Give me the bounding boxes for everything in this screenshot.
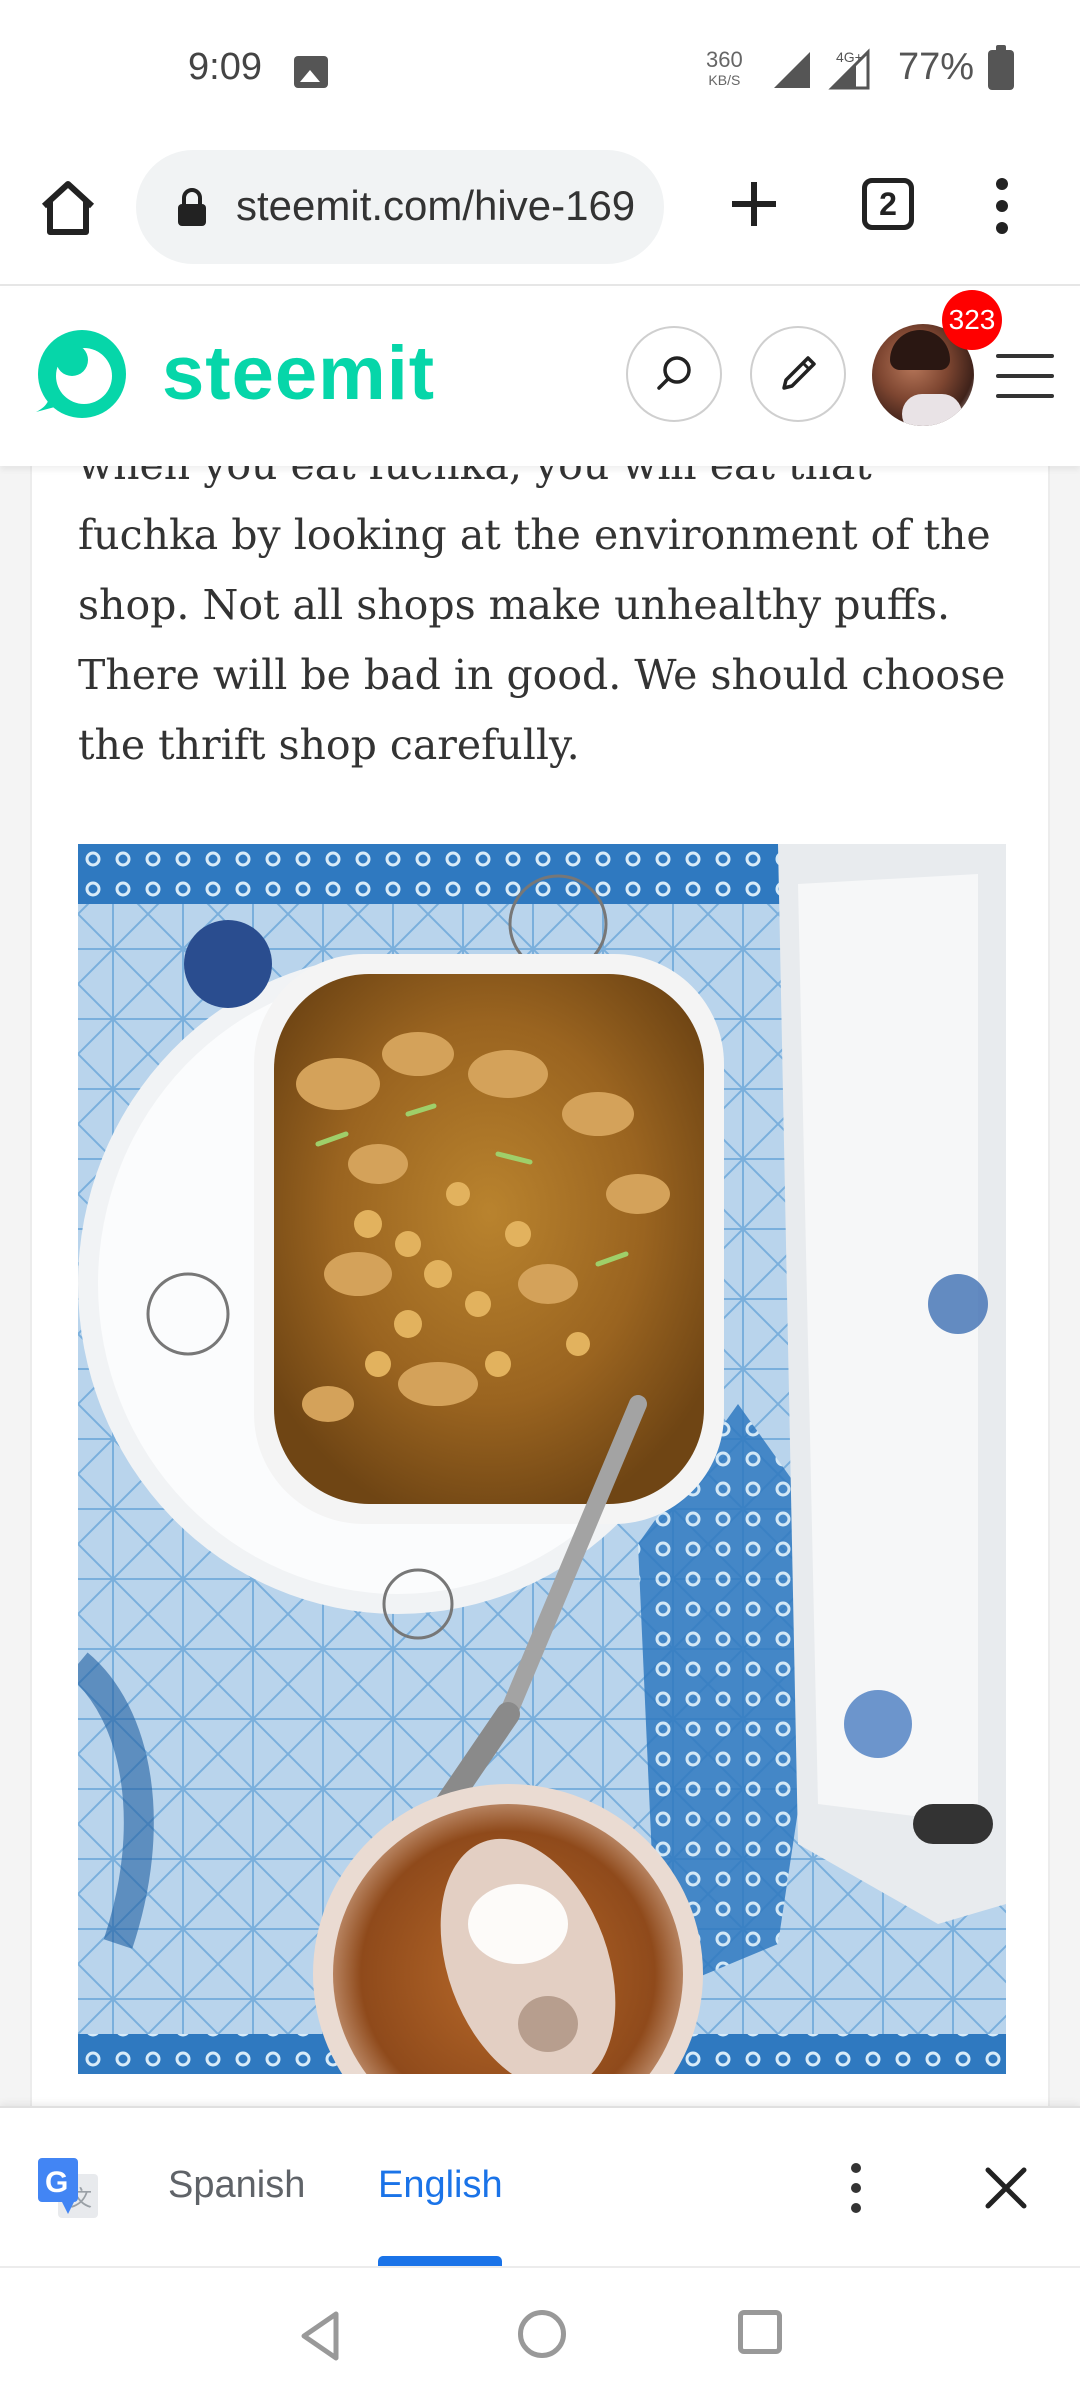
paragraph-line: the thrift shop carefully. <box>78 721 580 769</box>
recents-icon[interactable] <box>738 2310 782 2354</box>
new-tab-icon[interactable] <box>722 172 786 236</box>
close-icon[interactable] <box>974 2156 1038 2220</box>
back-icon[interactable] <box>296 2308 346 2364</box>
selected-language-indicator <box>378 2256 502 2266</box>
browser-toolbar: steemit.com/hive-169 2 <box>0 140 1080 286</box>
steemit-brand[interactable]: steemit <box>162 330 435 417</box>
status-time: 9:09 <box>188 46 262 88</box>
hamburger-menu-icon[interactable] <box>996 354 1054 400</box>
paragraph-line: shop. Not all shops make unhealthy puffs… <box>78 581 951 629</box>
browser-menu-icon[interactable] <box>984 174 1020 238</box>
image-notification-icon <box>294 56 328 88</box>
status-bar: 9:09 360 KB/S 4G+ 77% <box>0 0 1080 140</box>
svg-text:G: G <box>45 2166 68 2199</box>
system-nav-bar <box>0 2266 1080 2400</box>
network-type-label: 4G+ <box>836 49 863 65</box>
network-speed: 360 KB/S <box>706 47 743 90</box>
network-speed-value: 360 <box>706 47 743 72</box>
address-bar[interactable]: steemit.com/hive-169 <box>136 150 664 264</box>
language-tab-english[interactable]: English <box>378 2164 503 2207</box>
battery-percent: 77% <box>898 46 975 88</box>
home-nav-icon[interactable] <box>518 2310 566 2358</box>
url-text[interactable]: steemit.com/hive-169 <box>236 182 635 230</box>
steemit-logo-icon[interactable] <box>26 320 134 428</box>
notification-badge[interactable]: 323 <box>942 290 1002 350</box>
google-translate-icon: 文 G <box>38 2158 98 2218</box>
write-post-button[interactable] <box>750 326 846 422</box>
article-card: when you eat fuchka, you will eat that f… <box>30 466 1050 2106</box>
paragraph-line: There will be bad in good. We should cho… <box>78 651 1006 699</box>
search-icon <box>657 356 691 390</box>
translate-bar: 文 G Spanish English <box>0 2106 1080 2266</box>
tab-switcher-button[interactable]: 2 <box>862 178 914 230</box>
site-header: steemit 323 <box>0 288 1080 466</box>
article-paragraph: when you eat fuchka, you will eat that f… <box>78 466 1048 780</box>
paragraph-line: when you eat fuchka, you will eat that <box>78 466 1048 500</box>
language-tab-spanish[interactable]: Spanish <box>168 2164 305 2207</box>
home-icon[interactable] <box>36 176 100 240</box>
food-photo[interactable] <box>78 844 1006 2074</box>
network-speed-unit: KB/S <box>708 72 741 88</box>
signal-icon: 4G+ <box>774 48 870 90</box>
lock-icon <box>178 188 206 226</box>
paragraph-line: fuchka by looking at the environment of … <box>78 511 991 559</box>
search-button[interactable] <box>626 326 722 422</box>
battery-icon <box>988 45 1014 90</box>
translate-options-icon[interactable] <box>836 2158 876 2218</box>
pencil-icon <box>782 356 816 390</box>
